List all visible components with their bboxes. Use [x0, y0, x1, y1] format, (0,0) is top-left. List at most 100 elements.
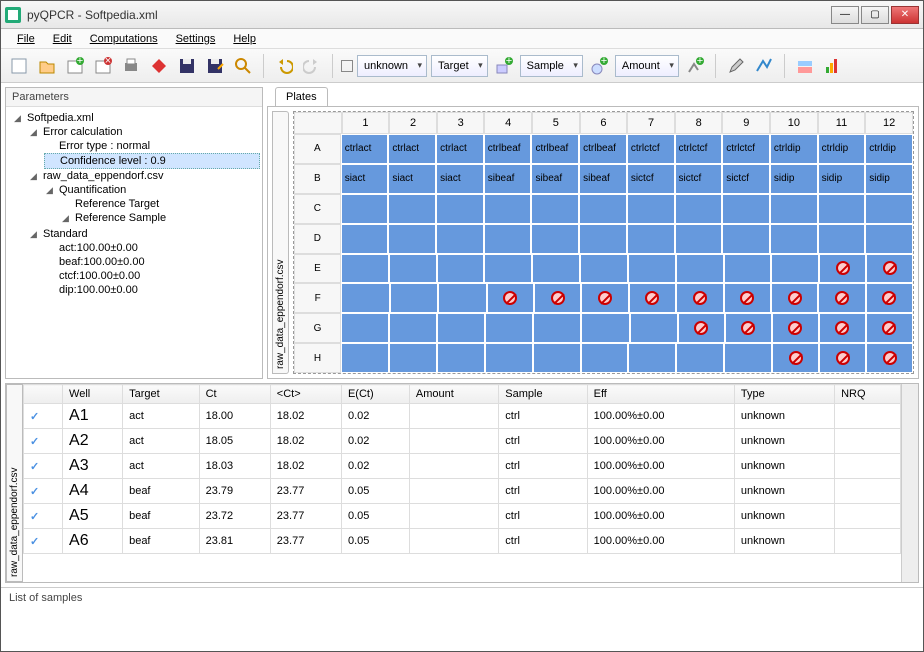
well-cell[interactable] — [818, 224, 866, 254]
table-row[interactable]: ✓A1act18.0018.020.02ctrl100.00%±0.00unkn… — [24, 404, 901, 429]
plate-row[interactable]: D — [294, 224, 913, 254]
chart2-icon[interactable] — [821, 54, 845, 78]
well-cell[interactable] — [533, 313, 581, 343]
well-cell[interactable]: sictcf — [722, 164, 770, 194]
close-button[interactable]: ✕ — [891, 6, 919, 24]
well-cell[interactable] — [581, 313, 629, 343]
maximize-button[interactable]: ▢ — [861, 6, 889, 24]
table-row[interactable]: ✓A2act18.0518.020.02ctrl100.00%±0.00unkn… — [24, 429, 901, 454]
well-cell[interactable] — [770, 224, 818, 254]
well-cell[interactable] — [772, 313, 819, 343]
tree-item[interactable]: Confidence level : 0.9 — [44, 153, 260, 169]
well-cell[interactable] — [722, 224, 770, 254]
table-header[interactable]: NRQ — [835, 385, 901, 404]
type-checkbox[interactable] — [341, 60, 353, 72]
well-cell[interactable] — [627, 224, 675, 254]
well-cell[interactable] — [390, 283, 438, 313]
tree-item[interactable]: ◢raw_data_eppendorf.csv — [28, 169, 260, 183]
well-cell[interactable] — [865, 194, 913, 224]
well-cell[interactable] — [341, 224, 389, 254]
well-cell[interactable] — [866, 343, 913, 373]
well-cell[interactable]: sibeaf — [484, 164, 532, 194]
menu-file[interactable]: File — [9, 31, 43, 47]
well-cell[interactable] — [629, 283, 676, 313]
plate-grid[interactable]: 123456789101112Actrlactctrlactctrlactctr… — [293, 111, 914, 374]
target-dropdown[interactable]: Target — [431, 55, 488, 77]
well-cell[interactable]: ctrldip — [865, 134, 913, 164]
well-cell[interactable] — [438, 283, 486, 313]
table-row[interactable]: ✓A5beaf23.7223.770.05ctrl100.00%±0.00unk… — [24, 504, 901, 529]
well-cell[interactable]: sibeaf — [579, 164, 627, 194]
save-icon[interactable] — [175, 54, 199, 78]
table-header[interactable]: Eff — [587, 385, 734, 404]
table-header[interactable]: Type — [734, 385, 834, 404]
well-cell[interactable] — [484, 254, 532, 284]
table-header[interactable] — [24, 385, 63, 404]
well-cell[interactable] — [388, 224, 436, 254]
plate-row[interactable]: C — [294, 194, 913, 224]
table-header[interactable]: <Ct> — [270, 385, 341, 404]
well-cell[interactable]: sictcf — [675, 164, 723, 194]
tree-item[interactable]: Error type : normal — [44, 139, 260, 153]
well-cell[interactable]: ctrlact — [388, 134, 436, 164]
plate-sidetab[interactable]: raw_data_eppendorf.csv — [272, 111, 289, 374]
well-cell[interactable] — [819, 254, 866, 284]
well-cell[interactable] — [628, 254, 676, 284]
add-target-icon[interactable]: + — [492, 54, 516, 78]
well-cell[interactable] — [341, 283, 389, 313]
well-cell[interactable]: ctrlact — [341, 134, 389, 164]
tree-item[interactable]: act:100.00±0.00 — [44, 241, 260, 255]
well-cell[interactable]: sibeaf — [531, 164, 579, 194]
well-cell[interactable] — [725, 313, 772, 343]
samples-sidetab[interactable]: raw_data_eppendorf.csv — [6, 384, 23, 582]
well-cell[interactable] — [819, 343, 866, 373]
well-cell[interactable] — [581, 343, 629, 373]
well-cell[interactable] — [388, 194, 436, 224]
well-cell[interactable] — [389, 343, 437, 373]
well-cell[interactable] — [485, 313, 533, 343]
well-cell[interactable] — [818, 194, 866, 224]
well-cell[interactable]: sidip — [865, 164, 913, 194]
amount-dropdown[interactable]: Amount — [615, 55, 679, 77]
redo-icon[interactable] — [300, 54, 324, 78]
tree-item[interactable]: ctcf:100.00±0.00 — [44, 269, 260, 283]
table-row[interactable]: ✓A4beaf23.7923.770.05ctrl100.00%±0.00unk… — [24, 479, 901, 504]
plate-row[interactable]: G — [294, 313, 913, 343]
vertical-scrollbar[interactable] — [901, 384, 918, 582]
well-cell[interactable]: siact — [388, 164, 436, 194]
menu-settings[interactable]: Settings — [168, 31, 224, 47]
well-cell[interactable] — [533, 343, 581, 373]
well-cell[interactable] — [579, 194, 627, 224]
well-cell[interactable] — [487, 283, 534, 313]
well-cell[interactable] — [676, 343, 724, 373]
well-cell[interactable] — [579, 224, 627, 254]
well-cell[interactable] — [484, 224, 532, 254]
tree-item[interactable]: ◢Standard — [28, 227, 260, 241]
well-cell[interactable] — [724, 254, 772, 284]
sample-dropdown[interactable]: Sample — [520, 55, 583, 77]
well-cell[interactable] — [772, 343, 819, 373]
well-cell[interactable] — [678, 313, 725, 343]
pdf-icon[interactable] — [147, 54, 171, 78]
well-cell[interactable] — [676, 283, 723, 313]
well-cell[interactable] — [437, 313, 485, 343]
well-cell[interactable]: sidip — [770, 164, 818, 194]
well-cell[interactable]: siact — [436, 164, 484, 194]
well-cell[interactable] — [866, 254, 913, 284]
tree-item[interactable]: ◢Quantification — [44, 183, 260, 197]
new-icon[interactable] — [7, 54, 31, 78]
well-cell[interactable] — [389, 254, 437, 284]
plate-row[interactable]: Bsiactsiactsiactsibeafsibeafsibeafsictcf… — [294, 164, 913, 194]
well-cell[interactable] — [484, 194, 532, 224]
find-icon[interactable] — [231, 54, 255, 78]
well-cell[interactable] — [819, 313, 866, 343]
table-header[interactable]: Amount — [409, 385, 498, 404]
tree-item[interactable]: ◢Reference Sample — [60, 211, 260, 225]
edit-icon[interactable] — [724, 54, 748, 78]
well-cell[interactable] — [724, 283, 771, 313]
print-icon[interactable] — [119, 54, 143, 78]
well-cell[interactable] — [866, 283, 913, 313]
well-cell[interactable]: ctrldip — [770, 134, 818, 164]
well-cell[interactable]: ctrlbeaf — [531, 134, 579, 164]
well-cell[interactable] — [341, 343, 389, 373]
